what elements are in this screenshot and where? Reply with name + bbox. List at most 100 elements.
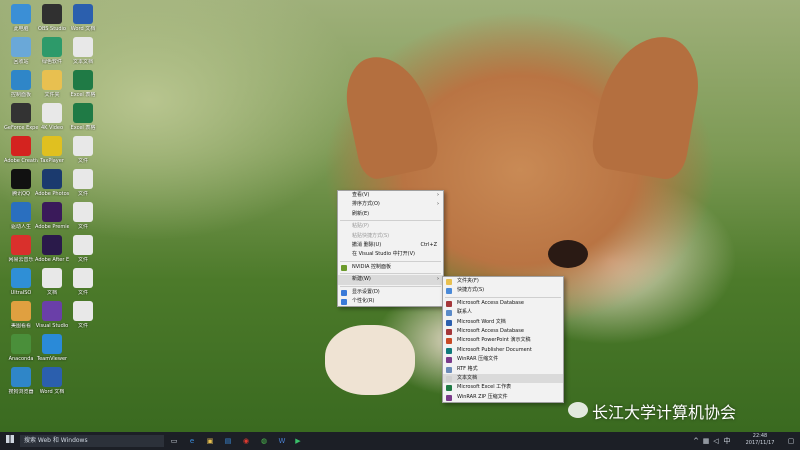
new-submenu-item[interactable]: 文本文档 (443, 373, 563, 384)
new-submenu-item[interactable]: 快捷方式(S) (443, 286, 563, 295)
dog-paw (325, 325, 415, 395)
search-box[interactable]: 搜索 Web 和 Windows (20, 435, 164, 447)
excel-icon (73, 70, 93, 90)
desktop-icon-label: UltraISO (10, 290, 32, 296)
menu-item-label: 撤消 删除(U) (352, 241, 382, 248)
desktop-icon[interactable]: 文件 (66, 301, 100, 329)
tray-chevron-icon[interactable]: ^ (692, 435, 700, 447)
desktop-icon[interactable]: 文本文档 (66, 37, 100, 65)
player-taskbar-icon[interactable]: ▶ (292, 435, 304, 447)
menu-separator (445, 296, 561, 298)
menu-separator (340, 273, 441, 275)
task-view-icon[interactable]: ▭ (168, 435, 180, 447)
desktop-icon[interactable]: Visual Studio (35, 301, 69, 329)
desktop-icon[interactable]: 文档 (35, 268, 69, 296)
menu-item-icon (446, 338, 452, 345)
visual-studio-icon (42, 301, 62, 321)
desktop-icon[interactable]: 文件 (66, 169, 100, 197)
desktop-icon[interactable]: 文件 (66, 235, 100, 263)
desktop-icon[interactable]: Word 文档 (35, 367, 69, 395)
desktop-icon[interactable]: 回收站 (4, 37, 38, 65)
file-icon (73, 202, 93, 222)
context-menu-item[interactable]: 在 Visual Studio 中打开(V) (338, 250, 443, 259)
desktop-icon[interactable]: 搜狗浏览器 (4, 367, 38, 395)
wechat-icon[interactable]: ◍ (258, 435, 270, 447)
desktop-icon[interactable]: Excel 表格 (66, 103, 100, 131)
desktop-icon[interactable]: 控制面板 (4, 70, 38, 98)
geforce-icon (11, 103, 31, 123)
desktop-icon[interactable]: Anaconda (4, 334, 38, 362)
desktop-icon-label: 文件夹 (44, 92, 60, 98)
desktop-icon[interactable]: 文件 (66, 268, 100, 296)
desktop-icon[interactable]: 腾讯QQ (4, 169, 38, 197)
new-submenu-item[interactable]: 联系人 (443, 308, 563, 317)
desktop[interactable]: 此电脑回收站控制面板 GeForce Experience Adobe Creati… (0, 0, 800, 432)
desktop-icon[interactable]: 文件 (66, 202, 100, 230)
desktop-icon[interactable]: 网易云音乐 (4, 235, 38, 263)
desktop-icon[interactable]: OBS Studio (35, 4, 69, 32)
chevron-right-icon: › (437, 201, 439, 208)
desktop-icon[interactable]: 绿色软件 (35, 37, 69, 65)
file-explorer-icon[interactable]: ▣ (204, 435, 216, 447)
desktop-icon[interactable]: TeamViewer (35, 334, 69, 362)
network-icon[interactable]: ▦ (702, 435, 710, 447)
desktop-icon[interactable]: 4K Video (35, 103, 69, 131)
desktop-icon-label: Adobe Photoshop (35, 191, 69, 197)
desktop-icon[interactable]: 此电脑 (4, 4, 38, 32)
desktop-icon-label: OBS Studio (38, 26, 66, 32)
obs-icon (42, 4, 62, 24)
search-placeholder: 搜索 Web 和 Windows (24, 437, 88, 444)
start-button[interactable] (3, 435, 17, 447)
watermark-text: 长江大学计算机协会 (592, 403, 737, 422)
desktop-icon[interactable]: GeForce Experience (4, 103, 38, 131)
context-menu-item[interactable]: 排序方式(O) › (338, 200, 443, 209)
new-submenu-item[interactable]: RTF 格式 (443, 365, 563, 374)
chevron-right-icon: › (437, 276, 439, 283)
desktop-icon[interactable]: Adobe Photoshop (35, 169, 69, 197)
computer-icon (11, 4, 31, 24)
desktop-icon[interactable]: 美图看看 (4, 301, 38, 329)
context-menu-item[interactable]: 显示设置(D) (338, 288, 443, 297)
menu-separator (340, 260, 441, 262)
context-menu-item[interactable]: 个性化(R) (338, 297, 443, 306)
desktop-icon[interactable]: Word 文档 (66, 4, 100, 32)
desktop-icon[interactable]: UltraISO (4, 268, 38, 296)
desktop-icon-label: Adobe After Effects CC (35, 257, 69, 263)
excel-icon (73, 103, 93, 123)
notification-icon[interactable]: ▢ (786, 435, 796, 447)
store-icon[interactable]: ▤ (222, 435, 234, 447)
edge-icon[interactable]: e (186, 435, 198, 447)
new-submenu-item[interactable]: 文件夹(F) (443, 277, 563, 286)
new-submenu-item[interactable]: Microsoft Excel 工作表 (443, 383, 563, 392)
context-menu-item[interactable]: 刷新(E) (338, 210, 443, 219)
menu-item-label: 排序方式(O) (352, 201, 380, 208)
clock[interactable]: 22:48 2017/11/17 (738, 433, 782, 449)
desktop-icon[interactable]: Excel 表格 (66, 70, 100, 98)
volume-icon[interactable]: ◁ (712, 435, 720, 447)
desktop-icon[interactable]: TaxPlayer (35, 136, 69, 164)
desktop-icon[interactable]: Adobe After Effects CC (35, 235, 69, 263)
new-submenu-item[interactable]: WinRAR 压缩文件 (443, 355, 563, 364)
ime-indicator[interactable]: 中 (722, 435, 732, 447)
desktop-icon[interactable]: 文件夹 (35, 70, 69, 98)
word-taskbar-icon[interactable]: W (276, 435, 288, 447)
new-submenu-item[interactable]: Microsoft Word 文档 (443, 318, 563, 327)
context-menu-item[interactable]: 查看(V) › (338, 191, 443, 200)
dog-nose (548, 240, 588, 268)
new-submenu-item[interactable]: Microsoft PowerPoint 演示文稿 (443, 336, 563, 345)
context-menu-item[interactable]: 新建(W) › (338, 275, 443, 285)
new-submenu-item[interactable]: Microsoft Access Database (443, 327, 563, 336)
new-submenu-item[interactable]: Microsoft Access Database (443, 299, 563, 308)
menu-item-icon (341, 264, 347, 271)
context-menu-item[interactable]: NVIDIA 控制面板 (338, 263, 443, 272)
new-submenu-item[interactable]: Microsoft Publisher Document (443, 346, 563, 355)
desktop-icon[interactable]: 文件 (66, 136, 100, 164)
netease-music-icon[interactable]: ◉ (240, 435, 252, 447)
desktop-icon[interactable]: Adobe Premiere Pro (35, 202, 69, 230)
new-submenu-item[interactable]: WinRAR ZIP 压缩文件 (443, 393, 563, 402)
context-menu-item[interactable]: 撤消 删除(U) Ctrl+Z (338, 241, 443, 250)
desktop-icon[interactable]: 驱动人生 (4, 202, 38, 230)
desktop-icon-label: Word 文档 (39, 389, 65, 395)
ps-icon (42, 169, 62, 189)
desktop-icon[interactable]: Adobe Creative (4, 136, 38, 164)
